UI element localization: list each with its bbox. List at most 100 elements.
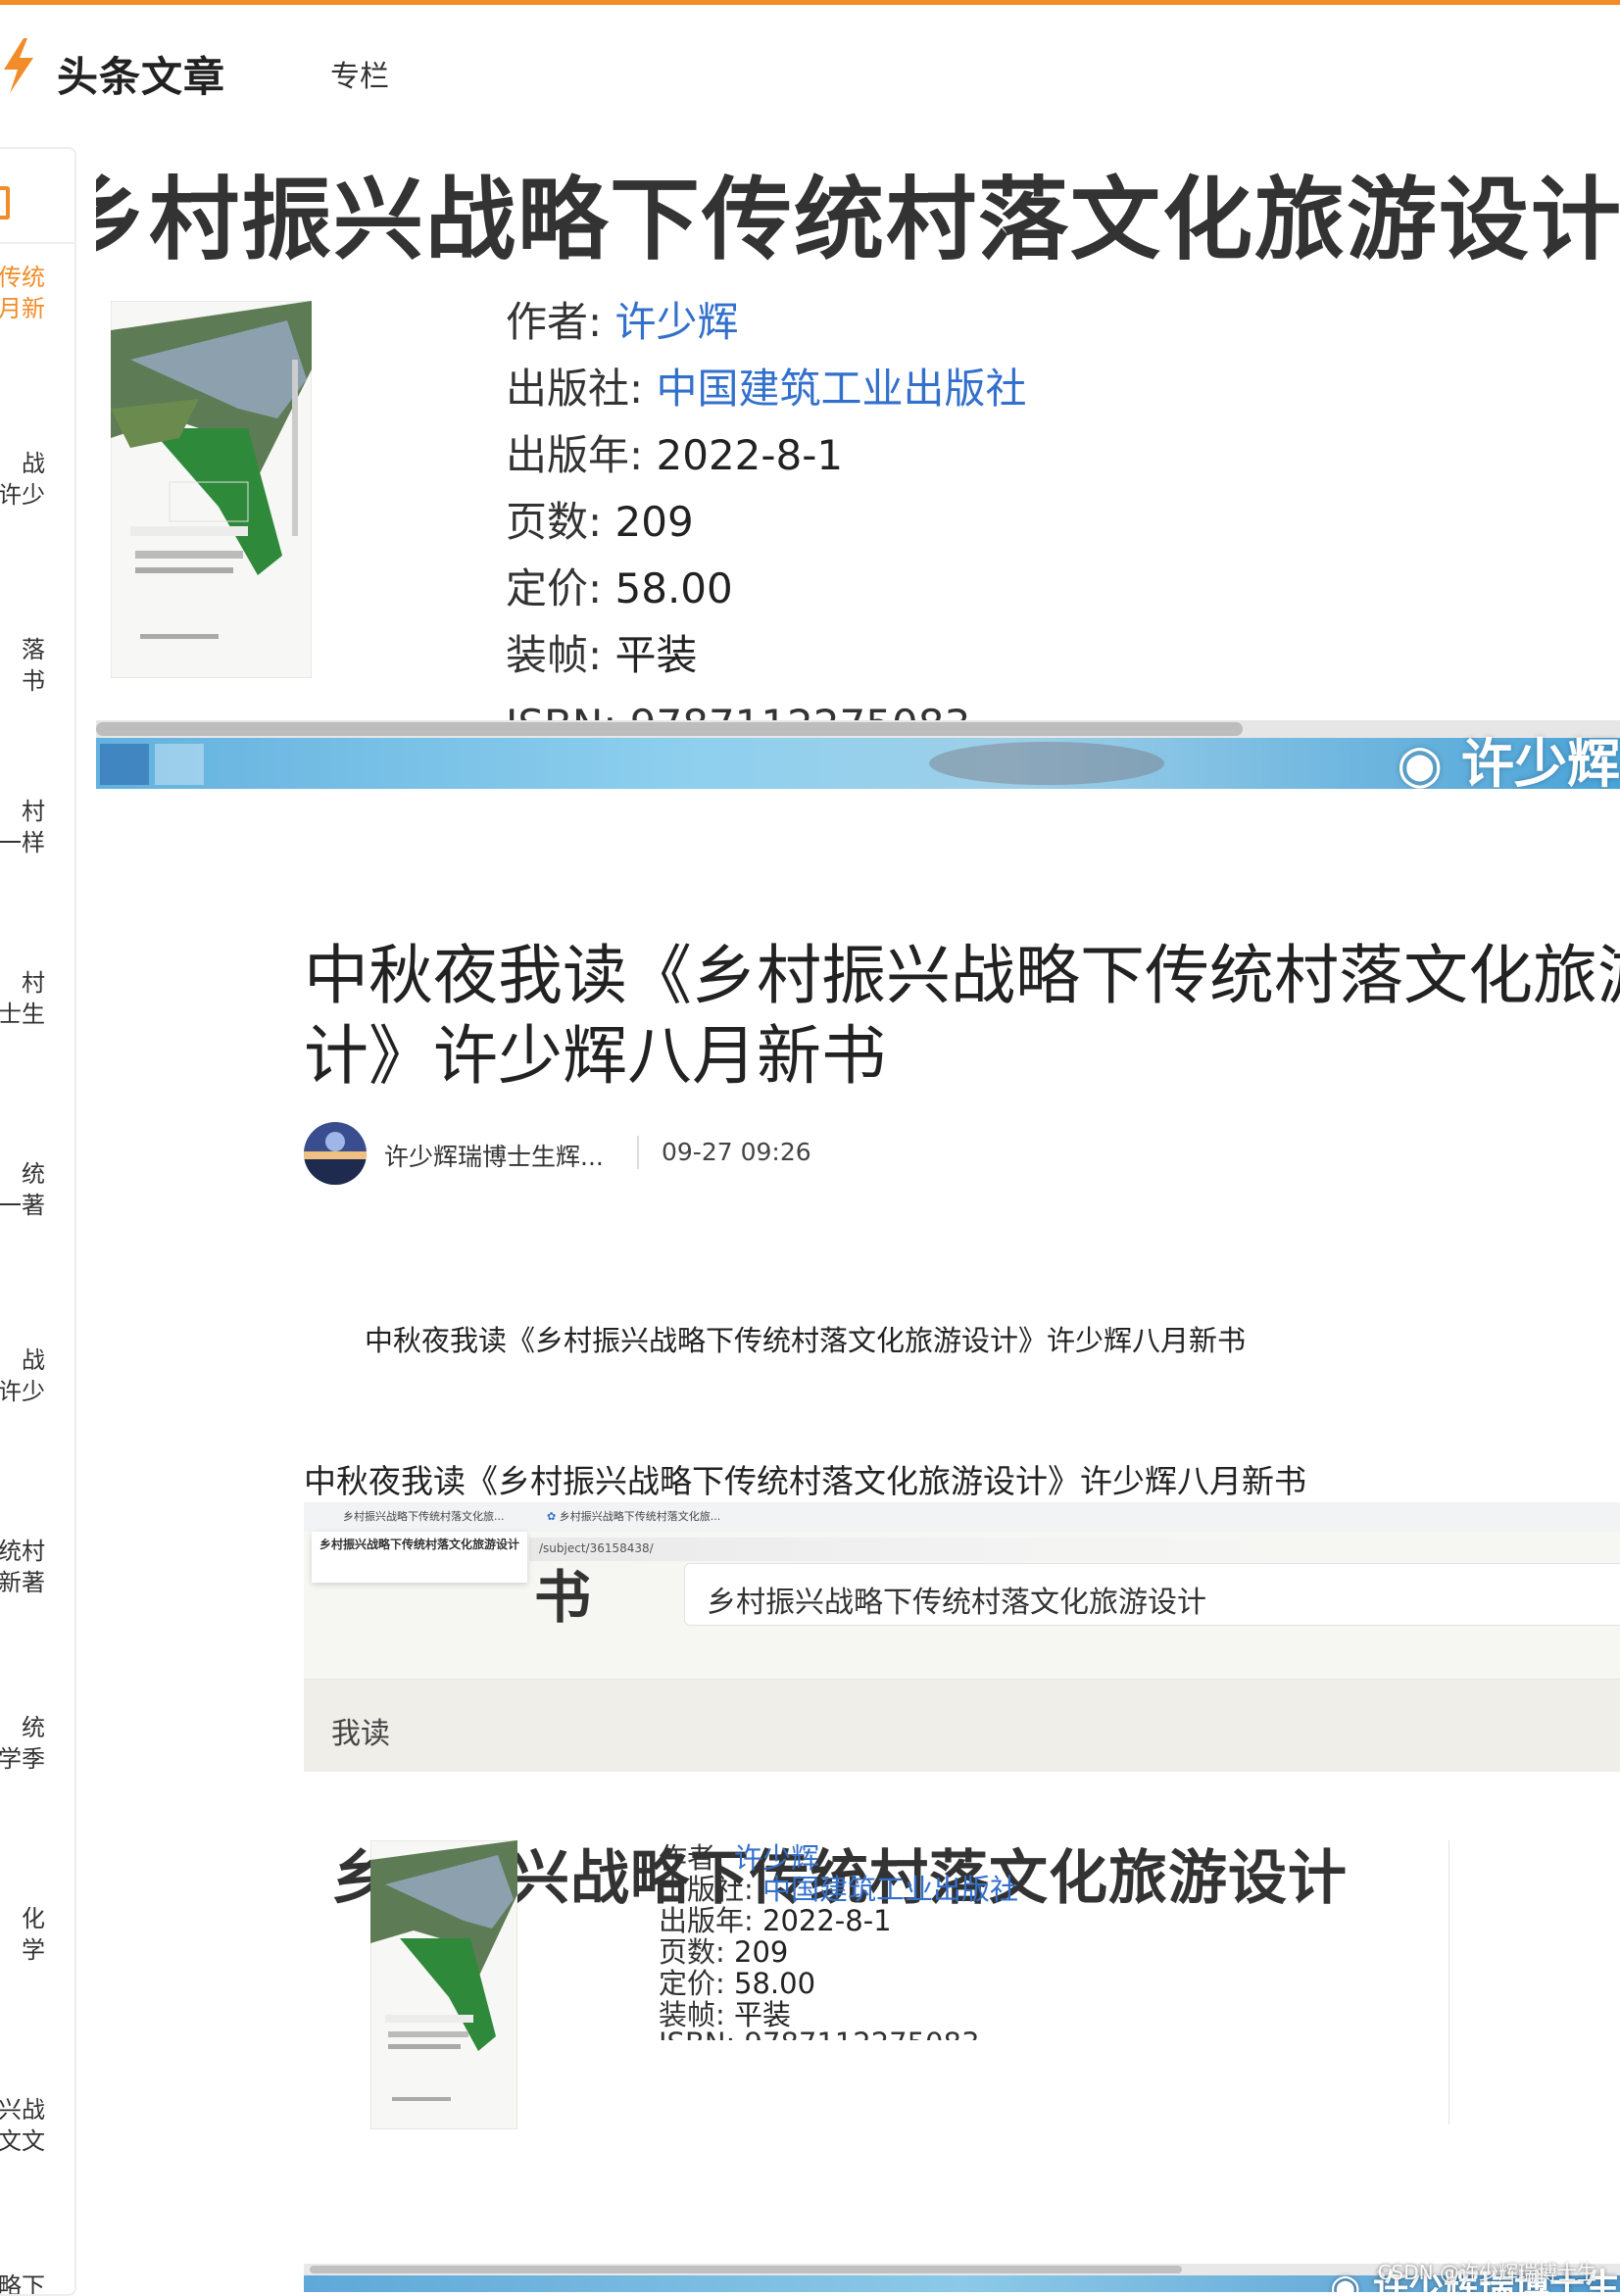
sidebar-item-line: 化 — [22, 1905, 45, 1932]
site-header: 头条文章 专栏 — [0, 5, 1620, 122]
hero-publisher-line: 出版社: 中国建筑工业出版社 — [506, 356, 1027, 415]
sidebar-item-line: 统 — [22, 1160, 45, 1188]
browser-tab: 乡村振兴战略下传统村落文化旅... — [343, 1510, 505, 1523]
hero-publisher-link[interactable]: 中国建筑工业出版社 — [657, 365, 1027, 413]
hero-pages-label: 页数: — [506, 498, 615, 546]
book-cover-image — [111, 301, 312, 678]
sidebar-item-line: 许少 — [0, 1378, 45, 1405]
sidebar-item-line: 许少 — [0, 481, 45, 509]
sidebar-item-line: 一样 — [0, 829, 45, 856]
sidebar-item[interactable]: 兴战 文文 — [0, 2094, 45, 2157]
sidebar-item[interactable]: 落书 — [0, 634, 45, 697]
hero-scroll-thumb — [96, 722, 1243, 736]
hero-pages-value: 209 — [614, 498, 694, 546]
taskbar-decoration — [929, 742, 1164, 785]
sidebar-item-line: 传统 — [0, 264, 45, 291]
hero-book-title: 乡村振兴战略下传统村落文化旅游设计 — [96, 168, 1620, 272]
sidebar-item-line: 月新 — [0, 295, 45, 322]
sidebar-item[interactable]: 统学季 — [0, 1712, 45, 1775]
scroll-thumb — [310, 2266, 1182, 2273]
sidebar-item[interactable]: 村一样 — [0, 796, 45, 858]
book-detail-panel: 乡村振兴战略下传统村落文化旅游设计 作者: 许少辉 出版社: 中国建筑工业出版社… — [304, 1772, 1620, 2292]
hero-price-value: 58.00 — [614, 564, 733, 612]
brand-title[interactable]: 头条文章 — [57, 44, 225, 104]
sidebar-item[interactable]: 传统 月新 — [0, 262, 45, 324]
sidebar-item-line: 学季 — [0, 1745, 45, 1773]
meta-divider — [637, 1136, 639, 1169]
sidebar-header — [0, 149, 74, 244]
search-input-value: 乡村振兴战略下传统村落文化旅游设计 — [707, 1586, 1206, 1620]
hero-binding-line: 装帧: 平装 — [506, 622, 698, 682]
hero-author-link[interactable]: 许少辉 — [615, 298, 739, 346]
sidebar-item-line: 士生 — [0, 1001, 45, 1028]
sidebar-item-line: 统 — [22, 1714, 45, 1741]
sidebar-article-list: 传统 月新战许少落书村一样村士生统一著战许少 统村 新著统学季化学兴战 文文 略下 — [0, 147, 76, 2296]
hero-year-line: 出版年: 2022-8-1 — [506, 422, 843, 482]
book-cover-image — [370, 1840, 517, 2129]
sidebar-item[interactable]: 战许少 — [0, 1344, 45, 1407]
sidebar-item-line: 落 — [22, 636, 45, 663]
article-title: 中秋夜我读《乡村振兴战略下传统村落文化旅游设 计》许少辉八月新书 — [304, 936, 1620, 1097]
sidebar-item[interactable]: 化学 — [0, 1903, 45, 1966]
taskbar-button — [155, 744, 204, 785]
hero-author-line: 作者: 许少辉 — [506, 289, 739, 349]
hero-price-line: 定价: 58.00 — [506, 556, 733, 615]
info-divider — [1448, 1840, 1449, 2125]
sidebar-item[interactable]: 村士生 — [0, 967, 45, 1030]
hero-price-label: 定价: — [506, 564, 615, 612]
weibo-watermark: ◉ 许少辉 — [1397, 720, 1620, 789]
publish-time: 09-27 09:26 — [662, 1138, 811, 1166]
sidebar-item-line: 战 — [22, 450, 45, 477]
sidebar-item[interactable]: 略下 — [0, 2271, 45, 2296]
site-logo-partial: 书 — [534, 1564, 592, 1631]
article-title-line1: 中秋夜我读《乡村振兴战略下传统村落文化旅游设 — [304, 938, 1620, 1013]
hero-year-value: 2022-8-1 — [656, 431, 844, 479]
sidebar-item-line: 新著 — [0, 1569, 45, 1596]
tab-tooltip: 乡村振兴战略下传统村落文化旅游设计 — [312, 1532, 527, 1583]
search-input: 乡村振兴战略下传统村落文化旅游设计 — [684, 1563, 1620, 1626]
sidebar-item[interactable]: 统一著 — [0, 1158, 45, 1221]
sidebar-item-line: 村 — [22, 798, 45, 825]
sidebar-item-line: 一著 — [0, 1192, 45, 1219]
hero-scrollbar — [96, 720, 1620, 738]
author-name[interactable]: 许少辉瑞博士生辉... — [384, 1138, 614, 1173]
taskbar-button — [100, 744, 149, 785]
article-paragraph: 中秋夜我读《乡村振兴战略下传统村落文化旅游设计》许少辉八月新书 — [365, 1324, 1247, 1357]
isbn-line: ISBN: 9787112275083 — [659, 2027, 979, 2040]
second-screenshot-image: 乡村振兴战略下传统村落文化旅... ✿ 乡村振兴战略下传统村落文化旅... /s… — [304, 1502, 1620, 2292]
hero-publisher-label: 出版社: — [506, 365, 657, 413]
hero-isbn-line: ISBN: 9787112275083 — [506, 701, 970, 720]
weibo-watermark-text: 许少辉 — [1461, 733, 1620, 789]
sidebar-item-line: 学 — [22, 1936, 45, 1964]
sub-navigation: 我读 — [304, 1679, 1620, 1773]
sidebar-item-line: 略下 — [0, 2272, 45, 2296]
hero-year-label: 出版年: — [506, 431, 657, 479]
sidebar-item[interactable]: 战许少 — [0, 448, 45, 511]
sidebar-item-line: 兴战 — [0, 2096, 45, 2124]
subnav-item: 我读 — [331, 1717, 390, 1751]
sidebar-item-line: 统村 — [0, 1538, 45, 1565]
hero-taskbar — [96, 738, 1620, 789]
hero-binding-value: 平装 — [614, 631, 698, 679]
address-bar: /subject/36158438/ — [529, 1538, 1313, 1561]
weibo-icon: ◉ — [1397, 733, 1444, 789]
hero-binding-label: 装帧: — [506, 631, 615, 679]
sidebar-item[interactable]: 统村 新著 — [0, 1536, 45, 1598]
hero-pages-line: 页数: 209 — [506, 489, 694, 549]
weibo-icon: ◉ — [1330, 2268, 1361, 2292]
tab-favicon-icon: ✿ — [547, 1510, 557, 1523]
csdn-watermark: CSDN @许少辉瑞博士生 — [1377, 2261, 1596, 2284]
browser-tabs: 乡村振兴战略下传统村落文化旅... ✿ 乡村振兴战略下传统村落文化旅... — [304, 1502, 1620, 1532]
nav-column-link[interactable]: 专栏 — [330, 52, 389, 95]
sidebar-accent-mark — [0, 186, 10, 220]
sidebar-item-line: 村 — [22, 969, 45, 997]
article-paragraph: 中秋夜我读《乡村振兴战略下传统村落文化旅游设计》许少辉八月新书 — [304, 1462, 1306, 1500]
article-title-line2: 计》许少辉八月新书 — [304, 1018, 886, 1094]
browser-tab-label: 乡村振兴战略下传统村落文化旅... — [559, 1510, 721, 1523]
hero-screenshot-image: 乡村振兴战略下传统村落文化旅游设计 作者: 许少辉 出版社: 中国建筑工业出版社… — [96, 132, 1620, 789]
sidebar-item-line: 书 — [22, 667, 45, 695]
sidebar-item-line: 文文 — [0, 2127, 45, 2155]
lightning-icon — [4, 38, 33, 93]
hero-author-label: 作者: — [506, 298, 615, 346]
avatar[interactable] — [304, 1122, 367, 1185]
